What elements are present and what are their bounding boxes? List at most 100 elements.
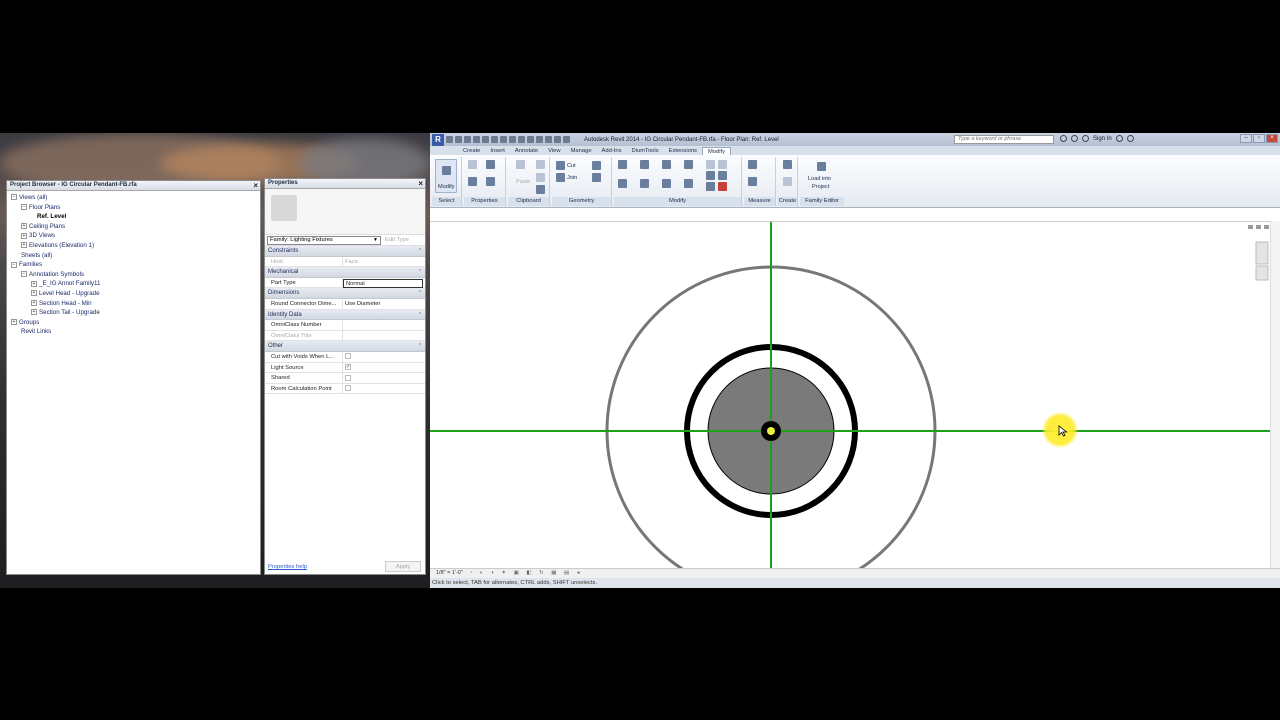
room-calculation-checkbox[interactable] — [345, 385, 351, 392]
category-constraints[interactable]: Constraints ⌃ — [265, 246, 425, 257]
view-control-icons[interactable]: ▫ ◐ ◑ ✦ ▣ ◧ ↻ ▦ ▤ ◂ — [470, 570, 582, 576]
expand-icon[interactable]: + — [21, 223, 27, 230]
tab-add-ins[interactable]: Add-Ins — [597, 147, 627, 155]
collapse-icon[interactable]: ⌃ — [418, 246, 422, 257]
modify-button[interactable]: Modify — [435, 159, 457, 193]
cut-with-voids-checkbox[interactable] — [345, 353, 351, 360]
search-icon[interactable] — [1060, 135, 1067, 142]
tree-item-floor-plans[interactable]: − Floor Plans — [9, 203, 258, 213]
delete-icon[interactable] — [718, 182, 727, 191]
floor-plan-drawing[interactable] — [430, 222, 1270, 588]
collapse-icon[interactable]: − — [11, 261, 17, 268]
tree-item-section-head[interactable]: + Section Head - Min — [9, 299, 258, 309]
join-geometry-icon[interactable] — [556, 173, 565, 182]
view-restore-icon[interactable] — [1256, 225, 1261, 229]
view-close-icon[interactable] — [1264, 225, 1269, 229]
measure-icon[interactable] — [491, 136, 498, 143]
tab-diumtools[interactable]: DiumTools — [627, 147, 664, 155]
shared-checkbox[interactable] — [345, 374, 351, 381]
category-other[interactable]: Other ⌃ — [265, 341, 425, 352]
properties-help-link[interactable]: Properties help — [268, 564, 307, 570]
sign-in-link[interactable]: Sign In — [1093, 136, 1112, 142]
collapse-icon[interactable]: ⌃ — [418, 341, 422, 352]
align-icon[interactable] — [618, 160, 627, 169]
expand-icon[interactable]: + — [31, 280, 37, 287]
group-label-select[interactable]: Select — [432, 197, 461, 206]
undo-icon[interactable] — [464, 136, 471, 143]
open-icon[interactable] — [446, 136, 453, 143]
tree-item-revit-links[interactable]: Revit Links — [9, 327, 258, 337]
save-icon[interactable] — [455, 136, 462, 143]
create-similar-icon[interactable] — [783, 177, 792, 186]
tree-item-level-head[interactable]: + Level Head - Upgrade — [9, 289, 258, 299]
exchange-icon[interactable] — [1115, 135, 1123, 142]
measure-icon[interactable] — [748, 160, 757, 169]
light-source-checkbox[interactable]: ✓ — [345, 364, 351, 370]
tree-item-ceiling-plans[interactable]: + Ceiling Plans — [9, 222, 258, 232]
part-type-field[interactable]: Normal — [343, 278, 423, 288]
copy-element-icon[interactable] — [640, 179, 649, 188]
text-icon[interactable] — [509, 136, 516, 143]
expand-icon[interactable]: + — [11, 319, 17, 326]
view-cube-icon[interactable] — [1255, 241, 1269, 265]
view-minimize-icon[interactable] — [1248, 225, 1253, 229]
subscription-icon[interactable] — [1071, 135, 1078, 142]
mirror-axis-icon[interactable] — [662, 160, 671, 169]
restore-icon[interactable]: ▫ — [1253, 134, 1265, 143]
switch-windows-icon[interactable] — [554, 136, 561, 143]
tab-modify[interactable]: Modify — [701, 147, 732, 155]
properties-icon[interactable] — [468, 177, 477, 186]
round-connector-field[interactable]: Use Diameter — [343, 299, 425, 309]
split-gap-icon[interactable] — [718, 160, 727, 169]
tree-item-views[interactable]: − Views (all) — [9, 193, 258, 203]
collapse-icon[interactable]: ⌃ — [418, 310, 422, 321]
collapse-icon[interactable]: ⌃ — [418, 267, 422, 278]
collapse-icon[interactable]: − — [11, 194, 17, 201]
minimize-icon[interactable]: – — [1240, 134, 1252, 143]
family-category-icon[interactable] — [486, 160, 495, 169]
tab-view[interactable]: View — [543, 147, 565, 155]
expand-icon[interactable]: + — [31, 309, 37, 316]
tab-insert[interactable]: Insert — [485, 147, 510, 155]
tree-item-3d-views[interactable]: +3D Views — [9, 231, 258, 241]
close-hidden-icon[interactable] — [545, 136, 552, 143]
cut-geometry-icon[interactable] — [556, 161, 565, 170]
family-dropdown[interactable]: Family: Lighting Fixtures ▼ — [267, 235, 381, 245]
print-icon[interactable] — [482, 136, 489, 143]
star-icon[interactable] — [1082, 135, 1089, 142]
expand-icon[interactable]: + — [31, 290, 37, 297]
tab-create[interactable]: Create — [458, 147, 485, 155]
offset-icon[interactable] — [640, 160, 649, 169]
tab-annotate[interactable]: Annotate — [510, 147, 543, 155]
create-group-icon[interactable] — [783, 160, 792, 169]
expand-icon[interactable]: + — [21, 242, 27, 249]
collapse-icon[interactable]: − — [21, 271, 27, 278]
redo-icon[interactable] — [473, 136, 480, 143]
close-icon[interactable]: × — [1266, 134, 1278, 143]
revit-logo-icon[interactable]: R — [432, 133, 444, 146]
tree-item-families[interactable]: − Families — [9, 260, 258, 270]
category-identity-data[interactable]: Identity Data ⌃ — [265, 309, 425, 321]
mirror-draw-icon[interactable] — [684, 160, 693, 169]
category-mechanical[interactable]: Mechanical ⌃ — [265, 267, 425, 278]
tree-item-sheets[interactable]: Sheets (all) — [9, 251, 258, 261]
category-dimensions[interactable]: Dimensions ⌃ — [265, 288, 425, 299]
tab-extensions[interactable]: Extensions — [664, 147, 702, 155]
copy-icon[interactable] — [536, 173, 545, 182]
expand-icon[interactable]: + — [31, 299, 37, 306]
load-into-project-button[interactable]: Load into Project — [804, 159, 838, 195]
dimension-icon[interactable] — [500, 136, 507, 143]
collapse-icon[interactable]: − — [21, 203, 27, 210]
search-input[interactable]: Type a keyword or phrase — [954, 135, 1054, 144]
close-icon[interactable]: × — [418, 179, 423, 188]
pin-icon[interactable] — [706, 182, 715, 191]
type-properties-icon[interactable] — [486, 177, 495, 186]
edit-type-button[interactable]: Edit Type — [385, 237, 409, 243]
paste-icon[interactable] — [516, 160, 525, 169]
aligned-dimension-icon[interactable] — [748, 177, 757, 186]
expand-icon[interactable]: + — [21, 232, 27, 239]
tree-item-section-tail[interactable]: + Section Tail - Upgrade — [9, 308, 258, 318]
customize-icon[interactable] — [563, 136, 570, 143]
section-icon[interactable] — [527, 136, 534, 143]
tree-item-annot-family[interactable]: + _E_IG Annot Family11 — [9, 279, 258, 289]
